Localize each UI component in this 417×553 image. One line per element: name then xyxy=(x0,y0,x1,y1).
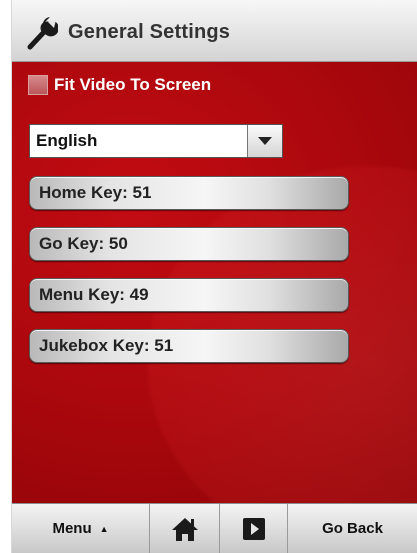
settings-panel: Fit Video To Screen English Home Key: 51… xyxy=(12,62,417,503)
go-back-button[interactable]: Go Back xyxy=(288,504,417,553)
chevron-down-icon xyxy=(258,137,272,145)
play-icon xyxy=(242,517,265,540)
page-title: General Settings xyxy=(68,21,231,43)
dropdown-arrow[interactable] xyxy=(247,125,282,157)
jukebox-key-button[interactable]: Jukebox Key: 51 xyxy=(29,329,349,363)
home-key-button[interactable]: Home Key: 51 xyxy=(29,176,349,210)
footer-toolbar: Menu ▲ Go Back xyxy=(12,503,417,553)
language-select-value: English xyxy=(36,131,98,150)
app-window: General Settings Fit Video To Screen Eng… xyxy=(12,0,417,553)
play-button[interactable] xyxy=(220,504,288,553)
menu-key-button[interactable]: Menu Key: 49 xyxy=(29,278,349,312)
header-bar: General Settings xyxy=(12,0,417,62)
menu-button-label: Menu xyxy=(52,520,92,537)
caret-up-icon: ▲ xyxy=(99,523,109,534)
fit-video-label: Fit Video To Screen xyxy=(54,75,212,94)
fit-video-checkbox[interactable] xyxy=(28,75,48,95)
wrench-icon xyxy=(27,17,58,50)
language-select[interactable]: English xyxy=(29,124,283,158)
left-edge xyxy=(0,0,12,553)
go-key-button[interactable]: Go Key: 50 xyxy=(29,227,349,261)
menu-button[interactable]: Menu ▲ xyxy=(12,504,150,553)
home-icon xyxy=(171,517,198,541)
home-button[interactable] xyxy=(150,504,220,553)
fit-video-option[interactable]: Fit Video To Screen xyxy=(28,72,211,98)
